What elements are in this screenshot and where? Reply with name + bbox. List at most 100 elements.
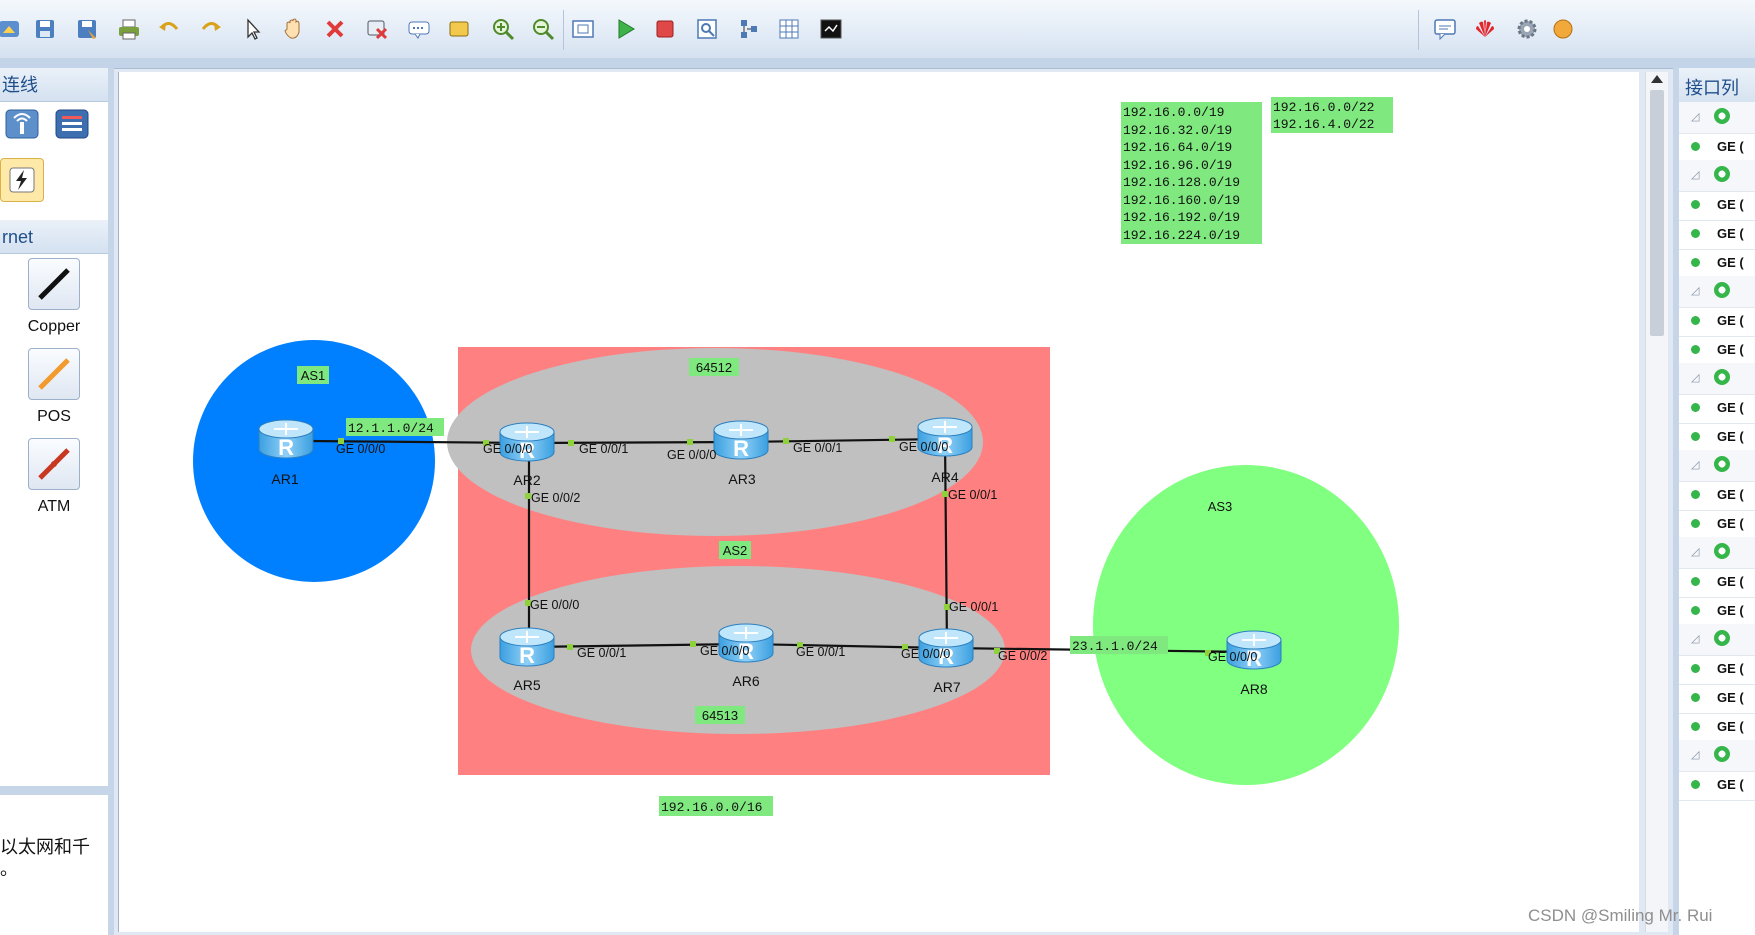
home-icon[interactable] [0, 14, 24, 44]
topology-icon[interactable] [734, 14, 764, 44]
zoom-out-icon[interactable] [528, 14, 558, 44]
port-label: GE 0/0/0 [483, 442, 532, 456]
rectangle-icon[interactable] [444, 14, 474, 44]
status-dot-icon [1691, 519, 1700, 528]
cable-copper-label: Copper [27, 318, 81, 335]
router-name: AR6 [732, 673, 759, 689]
device-status-icon [1714, 746, 1730, 762]
port-label: GE 0/0/2 [998, 649, 1047, 663]
router-ar5[interactable] [499, 627, 555, 669]
expand-icon[interactable]: ◿ [1691, 168, 1699, 181]
print-icon[interactable] [114, 14, 144, 44]
wireless-link-icon[interactable] [4, 106, 42, 142]
cable-atm[interactable]: ATM [0, 438, 108, 516]
chat-icon[interactable] [1430, 14, 1460, 44]
interface-group-row[interactable]: ◿ [1679, 102, 1755, 134]
interface-group-row[interactable]: ◿ [1679, 363, 1755, 395]
cable-copper[interactable]: Copper [0, 258, 108, 336]
as64513-label: 64513 [702, 708, 738, 723]
grid-icon[interactable] [774, 14, 804, 44]
canvas-vertical-scrollbar[interactable] [1645, 72, 1668, 932]
interface-row[interactable]: GE ( [1679, 682, 1755, 714]
net-label-ar7-ar8: 23.1.1.0/24 [1072, 639, 1158, 654]
interface-row[interactable]: GE ( [1679, 131, 1755, 163]
scroll-up-arrow-icon[interactable] [1651, 75, 1663, 83]
port-label: GE 0/0/1 [579, 442, 628, 456]
expand-icon[interactable]: ◿ [1691, 632, 1699, 645]
help-icon[interactable] [1546, 14, 1576, 44]
interface-label: GE ( [1717, 661, 1744, 676]
interface-row[interactable]: GE ( [1679, 334, 1755, 366]
delete-icon[interactable] [320, 14, 350, 44]
interface-row[interactable]: GE ( [1679, 595, 1755, 627]
as1-label: AS1 [301, 368, 326, 383]
router-ar3[interactable] [713, 420, 769, 462]
hand-pan-icon[interactable] [278, 14, 308, 44]
scroll-thumb[interactable] [1650, 90, 1664, 336]
expand-icon[interactable]: ◿ [1691, 371, 1699, 384]
undo-icon[interactable] [154, 14, 184, 44]
interface-row[interactable]: GE ( [1679, 566, 1755, 598]
cable-pos[interactable]: POS [0, 348, 108, 426]
interface-row[interactable]: GE ( [1679, 479, 1755, 511]
interface-group-row[interactable]: ◿ [1679, 740, 1755, 772]
expand-icon[interactable]: ◿ [1691, 458, 1699, 471]
switch-link-icon[interactable] [54, 106, 92, 142]
interface-row[interactable]: GE ( [1679, 305, 1755, 337]
capture-icon[interactable] [692, 14, 722, 44]
port-dot [687, 439, 693, 445]
status-dot-icon [1691, 722, 1700, 731]
port-label: GE 0/0/2 [531, 491, 580, 505]
redo-icon[interactable] [196, 14, 226, 44]
select-icon[interactable] [238, 14, 268, 44]
interface-group-row[interactable]: ◿ [1679, 450, 1755, 482]
expand-icon[interactable]: ◿ [1691, 110, 1699, 123]
expand-icon[interactable]: ◿ [1691, 545, 1699, 558]
router-name: AR5 [513, 677, 540, 693]
route-entry: 192.16.64.0/19 [1123, 140, 1232, 155]
stop-icon[interactable] [650, 14, 680, 44]
auto-link-icon[interactable] [0, 158, 44, 202]
as3-area[interactable] [1093, 465, 1399, 785]
interface-row[interactable]: GE ( [1679, 421, 1755, 453]
route-entry: 192.16.96.0/19 [1123, 158, 1232, 173]
device-panel: 连线 rnet Copper POS ATM 以太网和千 。 [0, 68, 114, 935]
device-status-icon [1714, 369, 1730, 385]
status-dot-icon [1691, 229, 1700, 238]
topology-svg: R AR1 AR2 AR3 AR4 AR5 AR6 AR7 AR8 GE 0/0… [193, 97, 1399, 816]
cable-description-line2: 。 [0, 859, 18, 879]
interface-row[interactable]: GE ( [1679, 711, 1755, 743]
start-icon[interactable] [610, 14, 640, 44]
save-icon[interactable] [30, 14, 60, 44]
interface-group-row[interactable]: ◿ [1679, 624, 1755, 656]
topology-canvas[interactable]: R AR1 AR2 AR3 AR4 AR5 AR6 AR7 AR8 GE 0/0… [118, 72, 1639, 932]
fit-icon[interactable] [568, 14, 598, 44]
interface-group-row[interactable]: ◿ [1679, 160, 1755, 192]
status-dot-icon [1691, 258, 1700, 267]
router-name: AR1 [271, 471, 298, 487]
interface-group-row[interactable]: ◿ [1679, 537, 1755, 569]
interface-group-row[interactable]: ◿ [1679, 276, 1755, 308]
port-dot [690, 641, 696, 647]
interface-row[interactable]: GE ( [1679, 247, 1755, 279]
save-as-icon[interactable] [72, 14, 102, 44]
interface-row[interactable]: GE ( [1679, 218, 1755, 250]
cable-description: 以太网和千 。 [0, 836, 108, 880]
expand-icon[interactable]: ◿ [1691, 748, 1699, 761]
interface-row[interactable]: GE ( [1679, 392, 1755, 424]
interface-row[interactable]: GE ( [1679, 189, 1755, 221]
interface-row[interactable]: GE ( [1679, 508, 1755, 540]
interface-row[interactable]: GE ( [1679, 769, 1755, 801]
expand-icon[interactable]: ◿ [1691, 284, 1699, 297]
status-dot-icon [1691, 345, 1700, 354]
huawei-icon[interactable] [1470, 14, 1500, 44]
delete-link-icon[interactable] [362, 14, 392, 44]
interface-row[interactable]: GE ( [1679, 653, 1755, 685]
zoom-in-icon[interactable] [488, 14, 518, 44]
router-name: AR8 [1240, 681, 1267, 697]
link-ar2-ar3[interactable] [528, 440, 742, 445]
console-icon[interactable] [816, 14, 846, 44]
text-icon[interactable] [404, 14, 434, 44]
router-ar1[interactable] [258, 419, 314, 461]
settings-icon[interactable] [1512, 14, 1542, 44]
